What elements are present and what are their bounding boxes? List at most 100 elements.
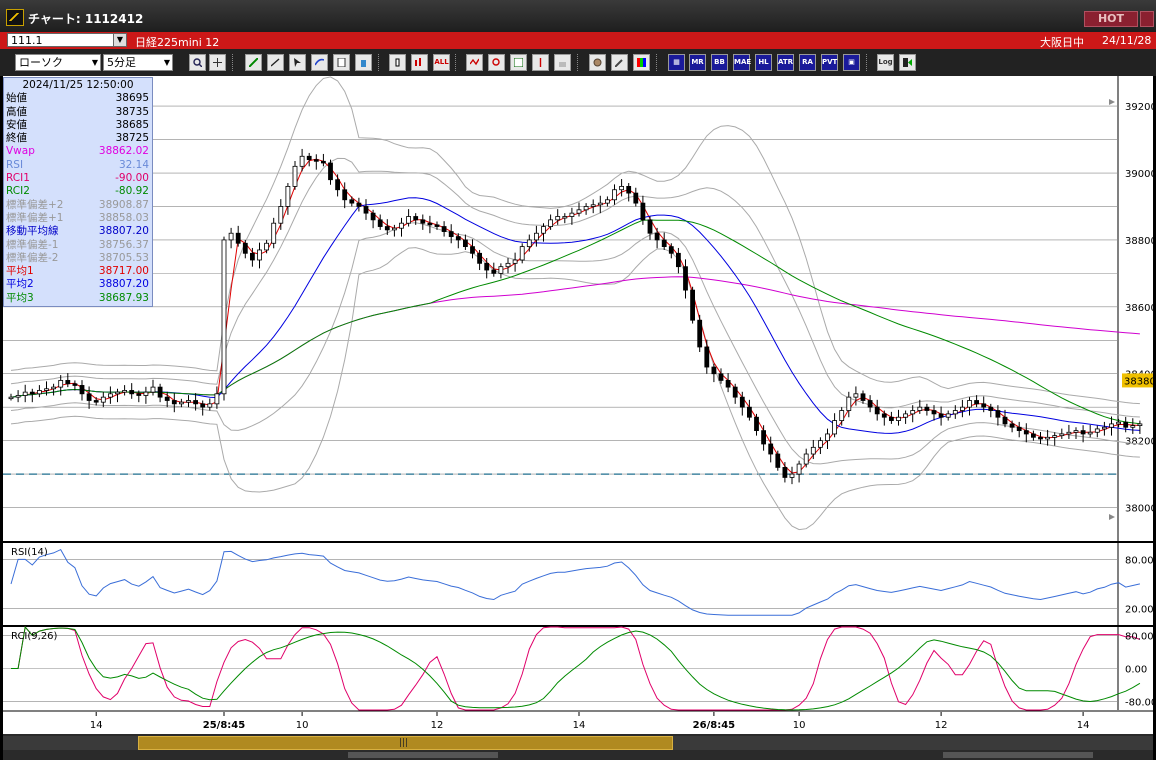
candle-body	[178, 401, 184, 405]
data-window-label: 始値	[6, 92, 27, 105]
ra-button[interactable]: RA	[799, 54, 816, 71]
rci-tick-label: 80.00	[1125, 631, 1153, 642]
candle-body	[100, 396, 106, 403]
price-tick-label: 38200	[1125, 437, 1153, 448]
candle-body	[1052, 435, 1058, 438]
scroll-thumb[interactable]: |||	[138, 736, 673, 750]
zoom-icon[interactable]	[189, 54, 206, 71]
pvt-button[interactable]: PVT	[821, 54, 838, 71]
time-scrollbar[interactable]: |||	[3, 734, 1153, 760]
chart-canvas[interactable]: 3800038200384003860038800390003920038380…	[3, 76, 1153, 734]
wrench-icon[interactable]	[611, 54, 628, 71]
bb-button[interactable]: BB	[711, 54, 728, 71]
candle-body	[1066, 431, 1072, 435]
price-tick-label: 39200	[1125, 102, 1153, 113]
rci-pane-title: RCI(9,26)	[11, 631, 58, 642]
candle-body	[881, 413, 887, 418]
candle-body	[1080, 430, 1086, 435]
data-window-row: 移動平均線 38807.20	[4, 225, 152, 238]
candle-body	[1045, 436, 1050, 440]
hl-button[interactable]: HL	[755, 54, 772, 71]
candle-body	[867, 400, 873, 408]
window-titlebar: チャート: 1112412 HOT	[0, 0, 1156, 32]
mae-button[interactable]: MAE	[733, 54, 751, 71]
mr-button[interactable]: MR	[689, 54, 706, 71]
data-window-row: 始値 38695	[4, 92, 152, 105]
candle-body	[200, 403, 206, 408]
document-icon[interactable]	[333, 54, 350, 71]
candle-body	[93, 400, 99, 403]
interval-select[interactable]: 5分足 ▼	[103, 54, 173, 71]
symbol-code-input[interactable]: 111.1	[7, 33, 117, 47]
candle-body	[1109, 423, 1114, 428]
candle-body	[768, 443, 774, 455]
data-window-row: 平均1 38717.00	[4, 265, 152, 278]
search-chart-icon[interactable]	[488, 54, 505, 71]
candle-body	[271, 222, 277, 244]
grid-icon[interactable]: ▦	[668, 54, 685, 71]
candle-body	[8, 396, 14, 400]
data-window-row: RCI2 -80.92	[4, 185, 152, 198]
candle-icon[interactable]	[389, 54, 406, 71]
chart-frame[interactable]: 3800038200384003860038800390003920038380…	[3, 76, 1153, 734]
compare-icon[interactable]	[510, 54, 527, 71]
settings-icon[interactable]	[589, 54, 606, 71]
candle-body	[86, 393, 92, 401]
data-window-value: 38862.02	[98, 145, 149, 158]
symbol-bar: 111.1 ▼ 日経225mini 12 大阪日中 24/11/28	[0, 32, 1156, 49]
candle-body	[1038, 436, 1043, 440]
candle-body	[143, 391, 149, 396]
candle-body	[150, 386, 156, 393]
candle-body	[328, 162, 333, 181]
symbol-dropdown-icon[interactable]: ▼	[113, 33, 127, 47]
crosshair-icon[interactable]	[209, 54, 226, 71]
draw-line-icon[interactable]	[267, 54, 284, 71]
candle-body	[342, 189, 348, 201]
candle-body	[818, 440, 823, 448]
rsi-tick-label: 80.00	[1125, 555, 1153, 566]
window-icon[interactable]: ▣	[843, 54, 860, 71]
candle-body	[903, 413, 908, 418]
chart-type-select[interactable]: ローソク ▼	[15, 54, 101, 71]
trendline-icon[interactable]	[245, 54, 262, 71]
scroll-grip-bar[interactable]	[348, 752, 498, 758]
all-button[interactable]: ALL	[433, 54, 450, 71]
candle-body	[349, 199, 355, 204]
data-window-row: 標準偏差-2 38705.53	[4, 252, 152, 265]
exit-icon[interactable]	[899, 54, 916, 71]
candle-body	[1123, 421, 1129, 428]
trash-icon[interactable]	[355, 54, 372, 71]
data-window: 2024/11/25 12:50:00 始値 38695 高値 38735 安値 3868…	[3, 77, 153, 307]
scroll-grip-bar[interactable]	[943, 752, 1093, 758]
close-button[interactable]	[1140, 11, 1154, 27]
candle-body	[910, 410, 916, 415]
rci-tick-label: -80.00	[1125, 698, 1153, 709]
candle-body	[931, 410, 937, 415]
candle-body	[207, 403, 213, 408]
candle-body	[455, 236, 461, 241]
candle-body	[960, 406, 965, 411]
candle-body	[462, 239, 468, 248]
data-window-row: 高値 38735	[4, 106, 152, 119]
candle-body	[313, 159, 319, 162]
arrow-tool-icon[interactable]	[311, 54, 328, 71]
candle-body	[37, 390, 42, 395]
data-window-value: 38807.20	[98, 225, 149, 238]
log-scale-button[interactable]: Log	[877, 54, 894, 71]
candle-body	[952, 410, 958, 415]
candle-body	[1094, 428, 1100, 433]
candle-body	[65, 380, 71, 385]
cursor-icon[interactable]	[289, 54, 306, 71]
data-window-rows: 始値 38695 高値 38735 安値 38685 終値 38725 Vwap 38862.02…	[4, 92, 152, 305]
lock-icon[interactable]	[554, 54, 571, 71]
signal-icon[interactable]	[532, 54, 549, 71]
atr-button[interactable]: ATR	[777, 54, 794, 71]
candle-body	[264, 242, 270, 251]
candle-body	[1059, 433, 1065, 437]
bars-icon[interactable]	[411, 54, 428, 71]
color-palette-icon[interactable]	[633, 54, 650, 71]
hot-button[interactable]: HOT	[1084, 11, 1138, 27]
indicator-icon[interactable]	[466, 54, 483, 71]
candle-body	[491, 269, 497, 274]
data-window-label: 平均3	[6, 291, 34, 304]
